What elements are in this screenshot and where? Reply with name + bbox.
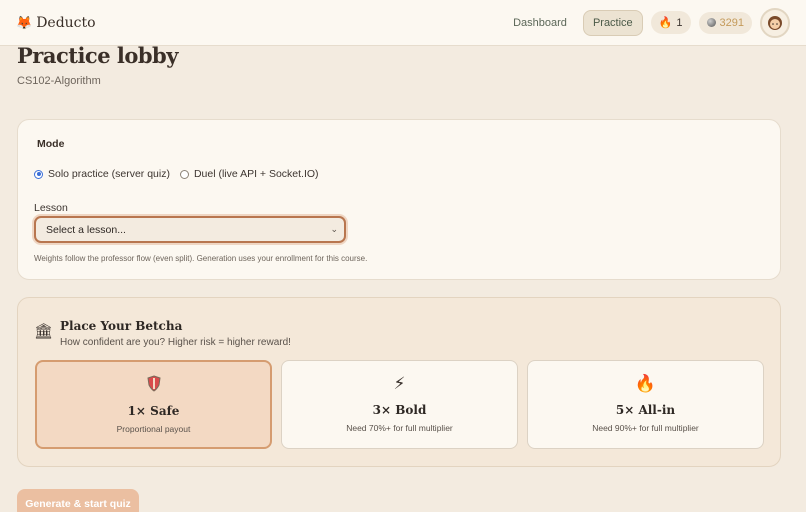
radio-solo-label[interactable]: Solo practice (server quiz) — [48, 168, 170, 180]
bet-option-desc: Need 70%+ for full multiplier — [346, 423, 453, 433]
avatar[interactable] — [760, 7, 790, 38]
lesson-label: Lesson — [34, 202, 68, 214]
lesson-select-value: Select a lesson... — [46, 223, 126, 236]
radio-duel-label[interactable]: Duel (live API + Socket.IO) — [194, 168, 319, 180]
shield-icon — [37, 375, 270, 397]
mode-radio-group: Solo practice (server quiz) Duel (live A… — [34, 168, 319, 180]
lesson-hint: Weights follow the professor flow (even … — [34, 254, 368, 263]
fox-logo-icon: 🦊 — [16, 14, 33, 30]
bet-subtitle: How confident are you? Higher risk = hig… — [60, 337, 291, 348]
nav-practice[interactable]: Practice — [582, 9, 643, 36]
mode-title: Mode — [37, 138, 65, 150]
bet-option-name: 3× Bold — [372, 403, 427, 417]
lightning-icon: ⚡ — [393, 374, 406, 393]
lesson-select[interactable]: Select a lesson... ⌄ — [34, 216, 346, 243]
radio-solo[interactable] — [34, 169, 43, 179]
coin-icon — [706, 18, 716, 27]
bank-icon: 🏛 — [34, 323, 54, 340]
coin-badge: 3291 — [698, 11, 752, 34]
bet-option-all-in[interactable]: 🔥 5× All-in Need 90%+ for full multiplie… — [527, 360, 764, 449]
bet-option-name: 1× Safe — [127, 404, 180, 418]
coin-count: 3291 — [719, 16, 744, 29]
bet-card: 🏛 Place Your Betcha How confident are yo… — [17, 297, 781, 467]
streak-badge: 🔥 1 — [650, 11, 691, 34]
fire-icon: 🔥 — [658, 17, 673, 29]
course-code: CS102-Algorithm — [17, 75, 101, 87]
nav: Dashboard Practice 🔥 1 3291 — [505, 7, 790, 38]
bet-option-desc: Proportional payout — [116, 424, 191, 434]
fire-icon: 🔥 — [634, 374, 657, 393]
bet-option-bold[interactable]: ⚡ 3× Bold Need 70%+ for full multiplier — [281, 360, 518, 449]
bet-option-name: 5× All-in — [615, 403, 676, 417]
brand[interactable]: 🦊 Deducto — [16, 15, 96, 31]
bet-option-desc: Need 90%+ for full multiplier — [592, 423, 699, 433]
page-title: Practice lobby — [17, 43, 178, 68]
generate-quiz-button[interactable]: Generate & start quiz — [17, 489, 139, 512]
nav-dashboard[interactable]: Dashboard — [505, 11, 575, 35]
mode-card: Mode Solo practice (server quiz) Duel (l… — [17, 119, 781, 280]
top-bar: 🦊 Deducto Dashboard Practice 🔥 1 3291 — [0, 0, 806, 46]
streak-count: 1 — [676, 16, 683, 29]
radio-duel[interactable] — [179, 169, 189, 179]
bet-option-safe[interactable]: 1× Safe Proportional payout — [35, 360, 272, 449]
bet-title: Place Your Betcha — [60, 319, 183, 333]
chevron-down-icon: ⌄ — [330, 224, 338, 234]
brand-name: Deducto — [36, 14, 96, 31]
avatar-face-icon — [768, 15, 782, 30]
